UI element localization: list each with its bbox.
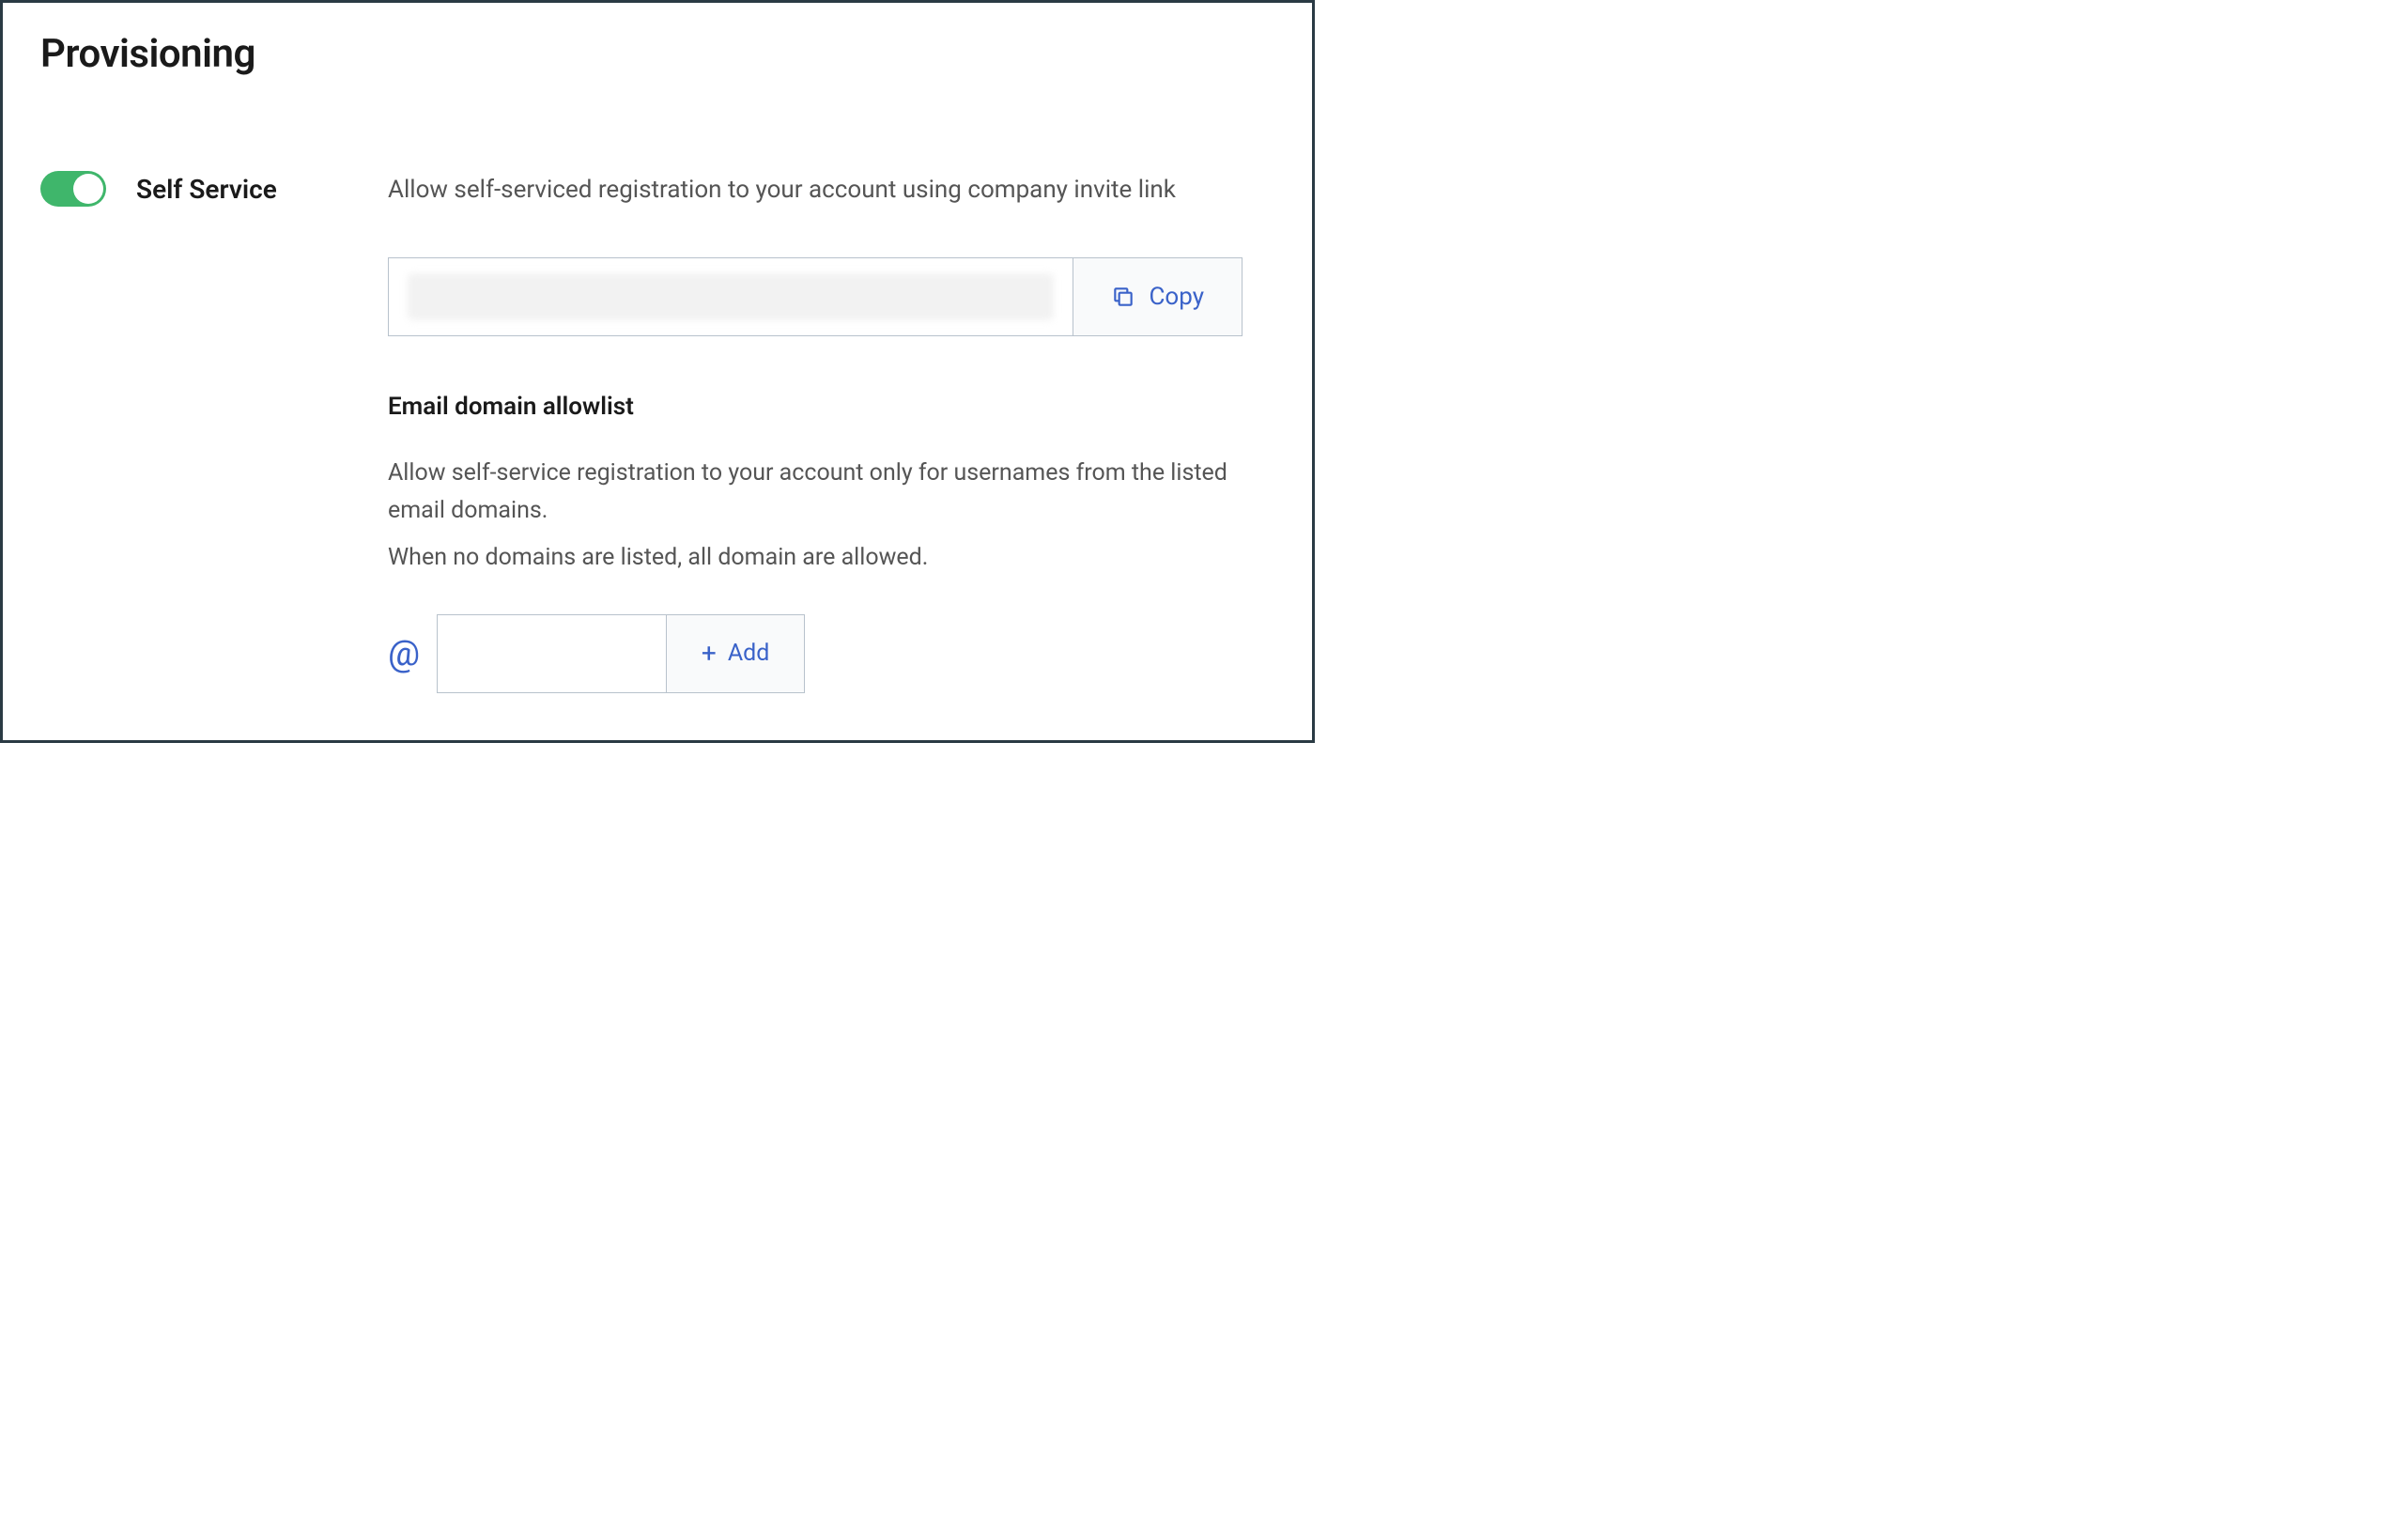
domain-input-row: @ + Add [388,614,1274,693]
at-icon: @ [388,633,420,674]
invite-link-blurred [408,273,1054,320]
self-service-section: Self Service Allow self-serviced registr… [40,171,1274,693]
add-domain-button[interactable]: + Add [666,615,804,692]
copy-button[interactable]: Copy [1073,258,1242,335]
allowlist-heading: Email domain allowlist [388,393,1274,421]
invite-link-group: Copy [388,257,1243,336]
toggle-knob [73,174,103,204]
invite-link-display[interactable] [389,258,1073,335]
self-service-description: Allow self-serviced registration to your… [388,171,1274,210]
self-service-heading: Self Service [136,174,277,205]
domain-input-group: + Add [437,614,805,693]
page-title: Provisioning [40,31,1274,77]
self-service-toggle[interactable] [40,171,106,207]
section-right: Allow self-serviced registration to your… [388,171,1274,693]
domain-input[interactable] [438,615,666,692]
allowlist-description: Allow self-service registration to your … [388,455,1274,530]
provisioning-panel: Provisioning Self Service Allow self-ser… [0,0,1315,743]
copy-icon [1111,285,1135,309]
section-left: Self Service [40,171,350,207]
copy-label: Copy [1149,283,1204,311]
allowlist-hint: When no domains are listed, all domain a… [388,539,1274,577]
add-label: Add [728,640,770,667]
plus-icon: + [702,641,717,667]
